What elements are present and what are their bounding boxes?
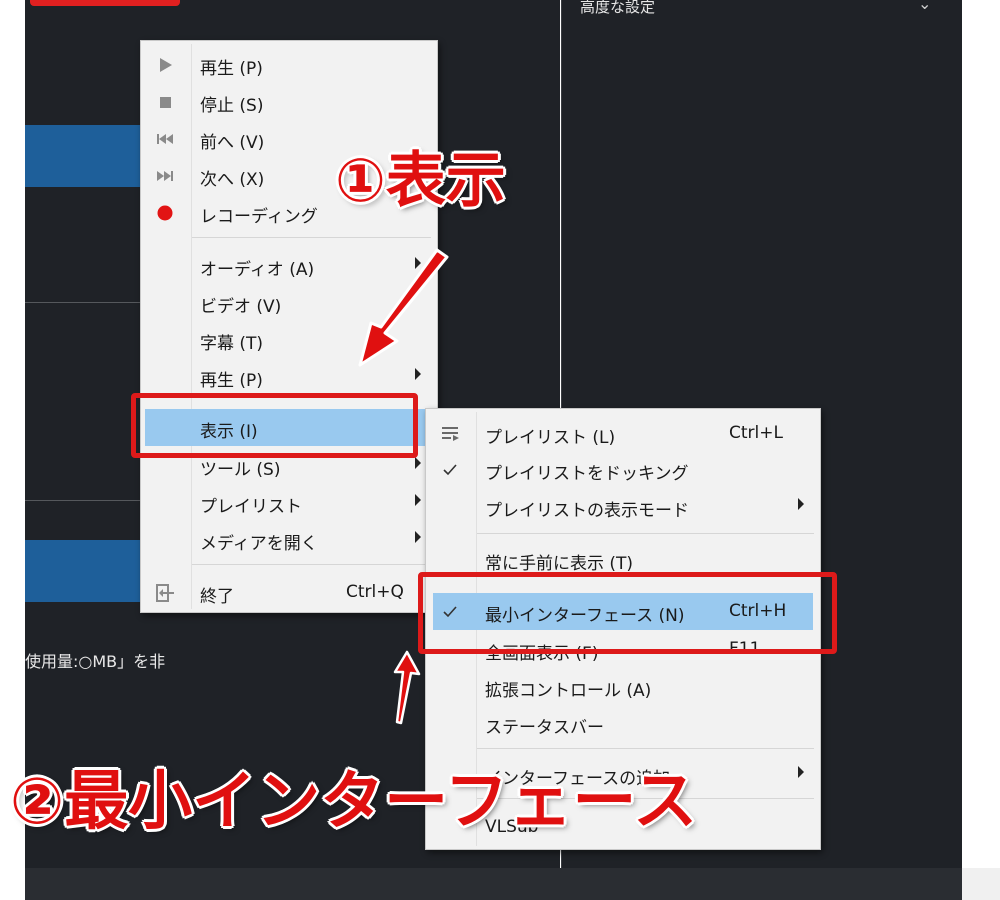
highlight-box-minimal-interface (418, 572, 837, 654)
submenu-item-shortcut: Ctrl+L (729, 423, 783, 443)
menu-item-label: 再生 (P) (200, 59, 263, 79)
divider (25, 302, 140, 303)
play-icon (155, 55, 175, 75)
submenu-item-status-bar[interactable]: ステータスバー (426, 705, 820, 742)
playlist-icon (440, 424, 460, 444)
menu-item-open-media[interactable]: メディアを開く (141, 521, 437, 558)
menu-item-label: 再生 (P) (200, 371, 263, 391)
annotation-step2: ②最小インターフェース (10, 765, 698, 839)
status-bar (25, 868, 962, 900)
next-icon (155, 166, 175, 186)
arrow-icon (393, 650, 421, 725)
settings-title: 高度な設定 (580, 0, 656, 16)
red-marker (30, 0, 180, 6)
bottom-edge (962, 868, 1000, 900)
annotation-step1: ①表示 (335, 146, 506, 216)
menu-separator (192, 564, 431, 565)
menu-item-label: 次へ (X) (200, 170, 265, 190)
submenu-item-label: プレイリスト (L) (485, 428, 616, 448)
menu-item-play[interactable]: 再生 (P) (141, 46, 437, 83)
menu-item-label: プレイリスト (200, 497, 302, 517)
submenu-item-playlist-view-mode[interactable]: プレイリストの表示モード (426, 488, 820, 525)
submenu-item-playlist[interactable]: プレイリスト (L) Ctrl+L (426, 415, 820, 452)
previous-icon (155, 129, 175, 149)
menu-item-label: 字幕 (T) (200, 334, 264, 354)
menu-item-quit[interactable]: 終了 Ctrl+Q (141, 574, 437, 611)
menu-item-label: 終了 (200, 587, 234, 607)
record-icon (155, 203, 175, 223)
menu-item-label: 前へ (V) (200, 133, 265, 153)
submenu-item-label: ステータスバー (485, 718, 604, 738)
menu-item-label: 停止 (S) (200, 96, 264, 116)
stop-icon (155, 92, 175, 112)
submenu-arrow-icon (415, 531, 421, 543)
highlight-box-view (131, 393, 418, 458)
submenu-item-label: 常に手前に表示 (T) (485, 554, 634, 574)
divider (25, 500, 140, 501)
blue-option-band[interactable] (25, 125, 145, 187)
submenu-item-dock-playlist[interactable]: プレイリストをドッキング (426, 451, 820, 488)
chevron-down-icon[interactable]: ⌄ (918, 0, 931, 13)
menu-separator (192, 237, 431, 238)
submenu-item-label: プレイリストの表示モード (485, 501, 689, 521)
submenu-item-label: プレイリストをドッキング (485, 464, 689, 484)
menu-item-label: オーディオ (A) (200, 260, 315, 280)
background-text: 使用量:○MB」を非 (25, 652, 166, 671)
exit-icon (155, 583, 175, 603)
menu-item-label: ツール (S) (200, 460, 281, 480)
submenu-arrow-icon (415, 457, 421, 469)
menu-item-label: メディアを開く (200, 534, 318, 554)
menu-item-stop[interactable]: 停止 (S) (141, 83, 437, 120)
checkmark-icon (440, 460, 460, 480)
menu-separator (477, 748, 814, 749)
submenu-arrow-icon (415, 494, 421, 506)
menu-item-playlist[interactable]: プレイリスト (141, 484, 437, 521)
window-edge (962, 0, 1000, 900)
submenu-arrow-icon (798, 498, 804, 510)
menu-item-shortcut: Ctrl+Q (346, 582, 404, 602)
submenu-arrow-icon (798, 766, 804, 778)
menu-item-label: レコーディング (200, 207, 318, 227)
menu-separator (477, 533, 814, 534)
blue-option-band[interactable] (25, 540, 145, 602)
menu-item-label: ビデオ (V) (200, 297, 282, 317)
arrow-icon (358, 248, 449, 367)
submenu-item-advanced-controls[interactable]: 拡張コントロール (A) (426, 668, 820, 705)
submenu-item-label: 拡張コントロール (A) (485, 681, 652, 701)
